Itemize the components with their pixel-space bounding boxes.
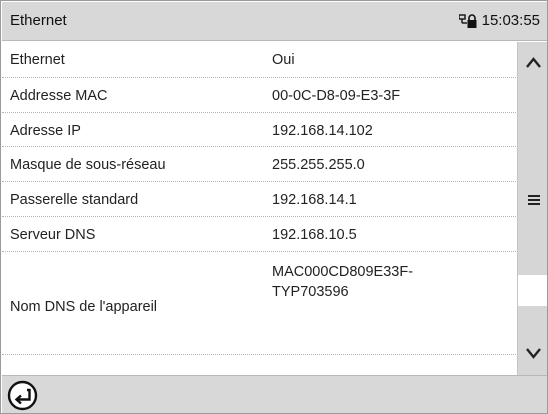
row-label: Masque de sous-réseau	[10, 157, 166, 173]
row-label: Serveur DNS	[10, 227, 96, 243]
row-value: Oui	[272, 52, 295, 68]
list-item-device-dns-name[interactable]: Nom DNS de l'appareil MAC000CD809E33F- T…	[2, 252, 516, 355]
row-value: 255.255.255.0	[272, 157, 365, 173]
clock-time: 15:03:55	[481, 12, 540, 29]
chevron-down-icon[interactable]	[518, 345, 548, 361]
row-label: Nom DNS de l'appareil	[10, 299, 158, 315]
row-value-line-2: TYP703596	[272, 284, 349, 300]
title-bar: Ethernet 15:03:55	[2, 2, 547, 41]
row-label: Addresse MAC	[10, 88, 108, 104]
row-value: 192.168.14.102	[272, 123, 373, 139]
ethernet-screen: Ethernet 15:03:55 Ethernet Oui Addresse …	[0, 0, 548, 414]
list-item-mac-address[interactable]: Addresse MAC 00-0C-D8-09-E3-3F	[2, 78, 516, 113]
chevron-up-icon[interactable]	[518, 54, 548, 70]
settings-list: Ethernet Oui Addresse MAC 00-0C-D8-09-E3…	[2, 42, 516, 364]
scrollbar[interactable]	[517, 42, 548, 375]
list-item-default-gateway[interactable]: Passerelle standard 192.168.14.1	[2, 182, 516, 217]
back-arrow-icon[interactable]	[7, 380, 38, 411]
list-item-ethernet[interactable]: Ethernet Oui	[2, 42, 516, 78]
row-value-line-1: MAC000CD809E33F-	[272, 264, 414, 280]
row-label: Ethernet	[10, 52, 65, 68]
list-item-ip-address[interactable]: Adresse IP 192.168.14.102	[2, 113, 516, 147]
list-item-dns-server[interactable]: Serveur DNS 192.168.10.5	[2, 217, 516, 252]
status-area: 15:03:55	[458, 12, 540, 29]
page-title: Ethernet	[10, 12, 67, 29]
list-item-subnet-mask[interactable]: Masque de sous-réseau 255.255.255.0	[2, 147, 516, 182]
row-value: 192.168.10.5	[272, 227, 357, 243]
hamburger-menu-icon[interactable]	[518, 193, 548, 207]
lock-network-icon	[458, 13, 477, 28]
bottom-bar	[2, 375, 547, 413]
scroll-thumb[interactable]	[518, 275, 547, 306]
row-value: 00-0C-D8-09-E3-3F	[272, 88, 401, 104]
row-label: Adresse IP	[10, 123, 81, 139]
row-label: Passerelle standard	[10, 192, 139, 208]
row-value: 192.168.14.1	[272, 192, 357, 208]
